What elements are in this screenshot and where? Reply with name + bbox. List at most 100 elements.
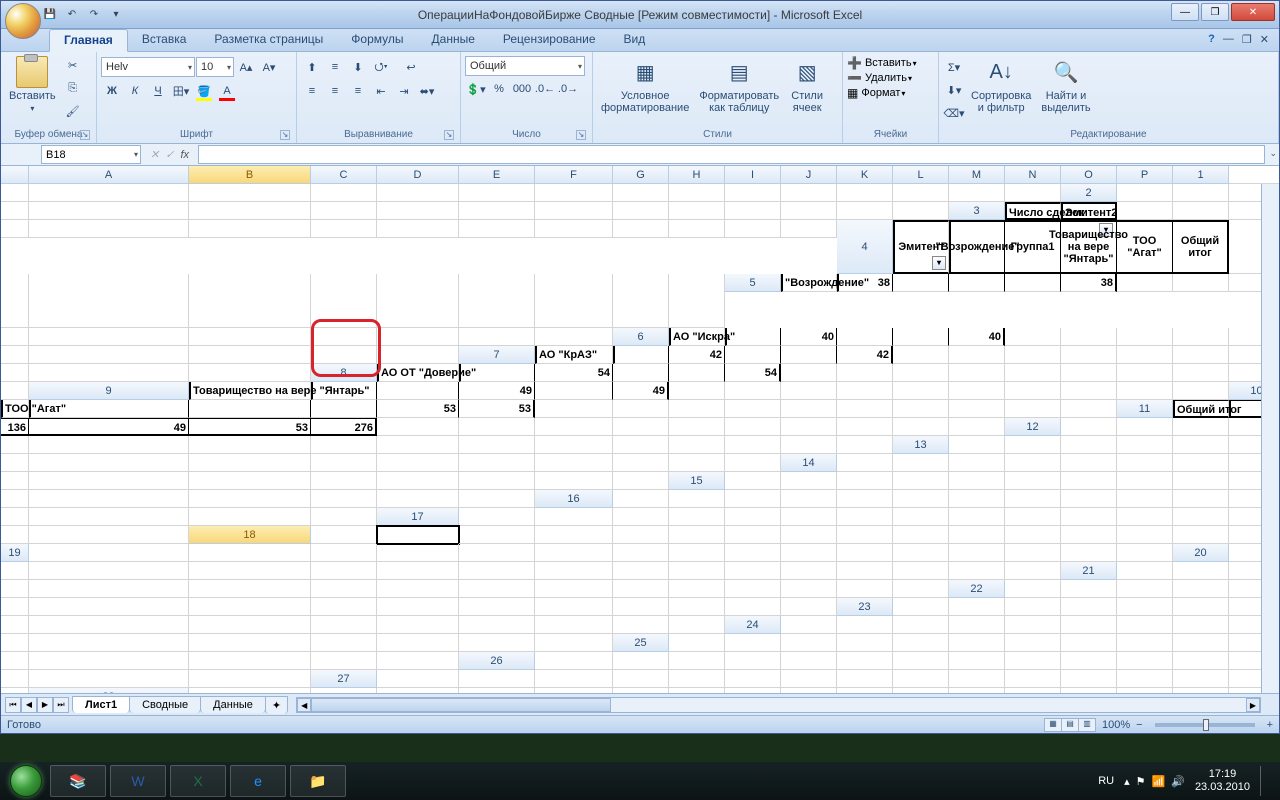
cell[interactable] [189,346,311,364]
align-dialog-launcher[interactable]: ↘ [444,130,454,140]
cell[interactable]: Общий итог [1173,400,1229,418]
taskbar-libraries-icon[interactable]: 📚 [50,765,106,797]
cell[interactable] [669,580,725,598]
cell[interactable] [893,562,949,580]
cell[interactable] [1,454,29,472]
cell[interactable] [535,580,613,598]
cell[interactable]: 54 [725,364,781,382]
cell[interactable]: АО ОТ "Доверие" [377,364,459,382]
row-header[interactable]: 23 [837,598,893,616]
cell[interactable] [781,184,837,202]
cell[interactable] [949,454,1005,472]
cell[interactable] [535,418,613,436]
zoom-slider[interactable] [1155,723,1255,727]
cell-styles-button[interactable]: ▧Стили ячеек [785,54,829,116]
cell[interactable] [1173,436,1229,454]
align-center-icon[interactable]: ≡ [324,80,346,102]
cell[interactable]: 53 [459,400,535,418]
cell[interactable] [459,436,535,454]
cell[interactable] [1,508,29,526]
cell[interactable] [377,598,459,616]
cell[interactable]: ТОО "Агат" [1117,220,1173,274]
cell[interactable] [189,616,311,634]
cell[interactable] [189,454,311,472]
cell[interactable] [781,634,837,652]
cell[interactable] [311,274,377,328]
column-header[interactable]: D [377,166,459,184]
cell[interactable] [311,598,377,616]
cell[interactable] [669,616,725,634]
cell[interactable] [725,580,781,598]
cell[interactable] [1117,364,1173,382]
cell[interactable] [29,634,189,652]
cell[interactable] [893,328,949,346]
cell[interactable] [1,526,29,544]
cell[interactable] [725,562,781,580]
cell[interactable]: Товарищество на вере "Янтарь" [189,382,311,400]
start-button[interactable] [6,762,46,800]
cell[interactable] [29,436,189,454]
cell[interactable] [377,382,459,400]
cell[interactable] [893,598,949,616]
cell[interactable] [29,490,189,508]
cell[interactable] [311,454,377,472]
cell[interactable] [1,382,29,400]
sheet-tab-1[interactable]: Лист1 [72,696,130,713]
cell[interactable] [837,202,893,220]
tray-show-hidden-icon[interactable]: ▴ [1124,775,1130,788]
cell[interactable] [1005,472,1061,490]
cell[interactable] [725,490,781,508]
cell[interactable] [189,184,311,202]
cell[interactable] [1117,436,1173,454]
cell[interactable] [613,400,669,418]
cell[interactable] [613,346,669,364]
cell[interactable] [189,580,311,598]
cell[interactable] [893,418,949,436]
row-header[interactable]: 7 [459,346,535,364]
cell[interactable] [949,670,1005,688]
cell[interactable] [1173,418,1229,436]
cell[interactable] [837,382,893,400]
cell[interactable] [1173,202,1229,220]
cell[interactable] [29,400,189,418]
cell[interactable] [613,652,669,670]
row-header[interactable]: 22 [949,580,1005,598]
cell[interactable] [189,598,311,616]
cell[interactable] [1061,436,1117,454]
number-format-combo[interactable]: Общий [465,56,585,76]
cell[interactable] [1117,472,1173,490]
cell[interactable] [459,364,535,382]
cell[interactable] [949,634,1005,652]
cell[interactable] [1061,544,1117,562]
cell[interactable] [1,634,29,652]
cell[interactable] [1005,490,1061,508]
cell[interactable] [669,598,725,616]
cell[interactable] [613,436,669,454]
cell[interactable] [669,274,725,328]
cell[interactable] [1173,526,1229,544]
fill-icon[interactable]: ⬇▾ [943,79,965,101]
cell[interactable] [893,634,949,652]
cell[interactable] [893,490,949,508]
cell[interactable] [1117,508,1173,526]
help-icon[interactable]: ? [1208,33,1215,46]
wrap-text-icon[interactable]: ↩ [400,56,422,78]
cell[interactable]: Товарищество на вере "Янтарь" [1061,220,1117,274]
row-header[interactable]: 19 [1,544,29,562]
tray-clock[interactable]: 17:19 23.03.2010 [1195,768,1250,794]
column-header[interactable]: P [1117,166,1173,184]
cell[interactable] [837,472,893,490]
cell[interactable] [1,562,29,580]
cell[interactable] [1005,436,1061,454]
cell[interactable] [725,400,781,418]
cell[interactable] [29,670,189,688]
cell[interactable]: 42 [837,346,893,364]
cell[interactable] [669,562,725,580]
cell[interactable] [1,220,29,238]
cell[interactable] [377,202,459,220]
column-header[interactable]: B [189,166,311,184]
cell[interactable] [459,454,535,472]
cell[interactable] [189,436,311,454]
copy-icon[interactable]: ⎘ [62,77,84,99]
cell[interactable] [613,490,669,508]
